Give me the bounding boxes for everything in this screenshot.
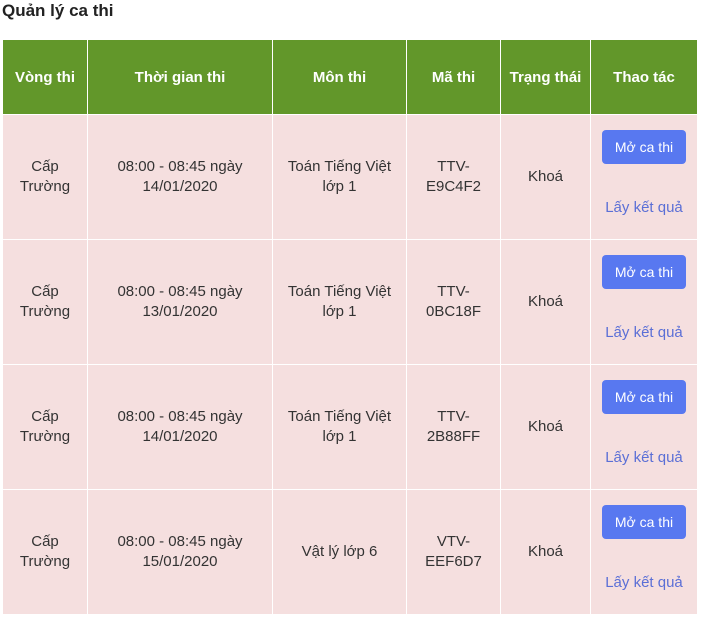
open-session-button[interactable]: Mở ca thi <box>602 505 686 539</box>
column-header-time: Thời gian thi <box>87 39 273 115</box>
cell-time: 08:00 - 08:45 ngày 13/01/2020 <box>87 239 273 365</box>
cell-subject: Vật lý lớp 6 <box>272 489 407 615</box>
cell-status: Khoá <box>500 114 591 240</box>
page-title: Quản lý ca thi <box>2 1 114 20</box>
column-header-status: Trạng thái <box>500 39 591 115</box>
table-row: Cấp Trường 08:00 - 08:45 ngày 14/01/2020… <box>2 114 698 240</box>
column-header-round: Vòng thi <box>2 39 88 115</box>
get-results-link[interactable]: Lấy kết quả <box>595 573 693 593</box>
cell-subject: Toán Tiếng Việt lớp 1 <box>272 239 407 365</box>
column-header-subject: Môn thi <box>272 39 407 115</box>
column-header-actions: Thao tác <box>590 39 698 115</box>
table-row: Cấp Trường 08:00 - 08:45 ngày 13/01/2020… <box>2 239 698 365</box>
cell-time: 08:00 - 08:45 ngày 15/01/2020 <box>87 489 273 615</box>
cell-status: Khoá <box>500 239 591 365</box>
cell-subject: Toán Tiếng Việt lớp 1 <box>272 364 407 490</box>
column-header-code: Mã thi <box>406 39 501 115</box>
cell-code: VTV-EEF6D7 <box>406 489 501 615</box>
cell-actions: Mở ca thi Lấy kết quả <box>590 489 698 615</box>
get-results-link[interactable]: Lấy kết quả <box>595 323 693 343</box>
get-results-link[interactable]: Lấy kết quả <box>595 198 693 218</box>
cell-status: Khoá <box>500 489 591 615</box>
cell-round: Cấp Trường <box>2 114 88 240</box>
open-session-button[interactable]: Mở ca thi <box>602 380 686 414</box>
cell-actions: Mở ca thi Lấy kết quả <box>590 114 698 240</box>
get-results-link[interactable]: Lấy kết quả <box>595 448 693 468</box>
cell-code: TTV-E9C4F2 <box>406 114 501 240</box>
cell-status: Khoá <box>500 364 591 490</box>
cell-code: TTV-2B88FF <box>406 364 501 490</box>
cell-round: Cấp Trường <box>2 239 88 365</box>
cell-code: TTV-0BC18F <box>406 239 501 365</box>
cell-subject: Toán Tiếng Việt lớp 1 <box>272 114 407 240</box>
cell-round: Cấp Trường <box>2 489 88 615</box>
table-row: Cấp Trường 08:00 - 08:45 ngày 15/01/2020… <box>2 489 698 615</box>
cell-round: Cấp Trường <box>2 364 88 490</box>
table-row: Cấp Trường 08:00 - 08:45 ngày 14/01/2020… <box>2 364 698 490</box>
cell-time: 08:00 - 08:45 ngày 14/01/2020 <box>87 114 273 240</box>
open-session-button[interactable]: Mở ca thi <box>602 255 686 289</box>
table-header-row: Vòng thi Thời gian thi Môn thi Mã thi Tr… <box>2 39 698 115</box>
cell-actions: Mở ca thi Lấy kết quả <box>590 239 698 365</box>
cell-actions: Mở ca thi Lấy kết quả <box>590 364 698 490</box>
exam-sessions-table: Vòng thi Thời gian thi Môn thi Mã thi Tr… <box>2 39 698 615</box>
open-session-button[interactable]: Mở ca thi <box>602 130 686 164</box>
cell-time: 08:00 - 08:45 ngày 14/01/2020 <box>87 364 273 490</box>
